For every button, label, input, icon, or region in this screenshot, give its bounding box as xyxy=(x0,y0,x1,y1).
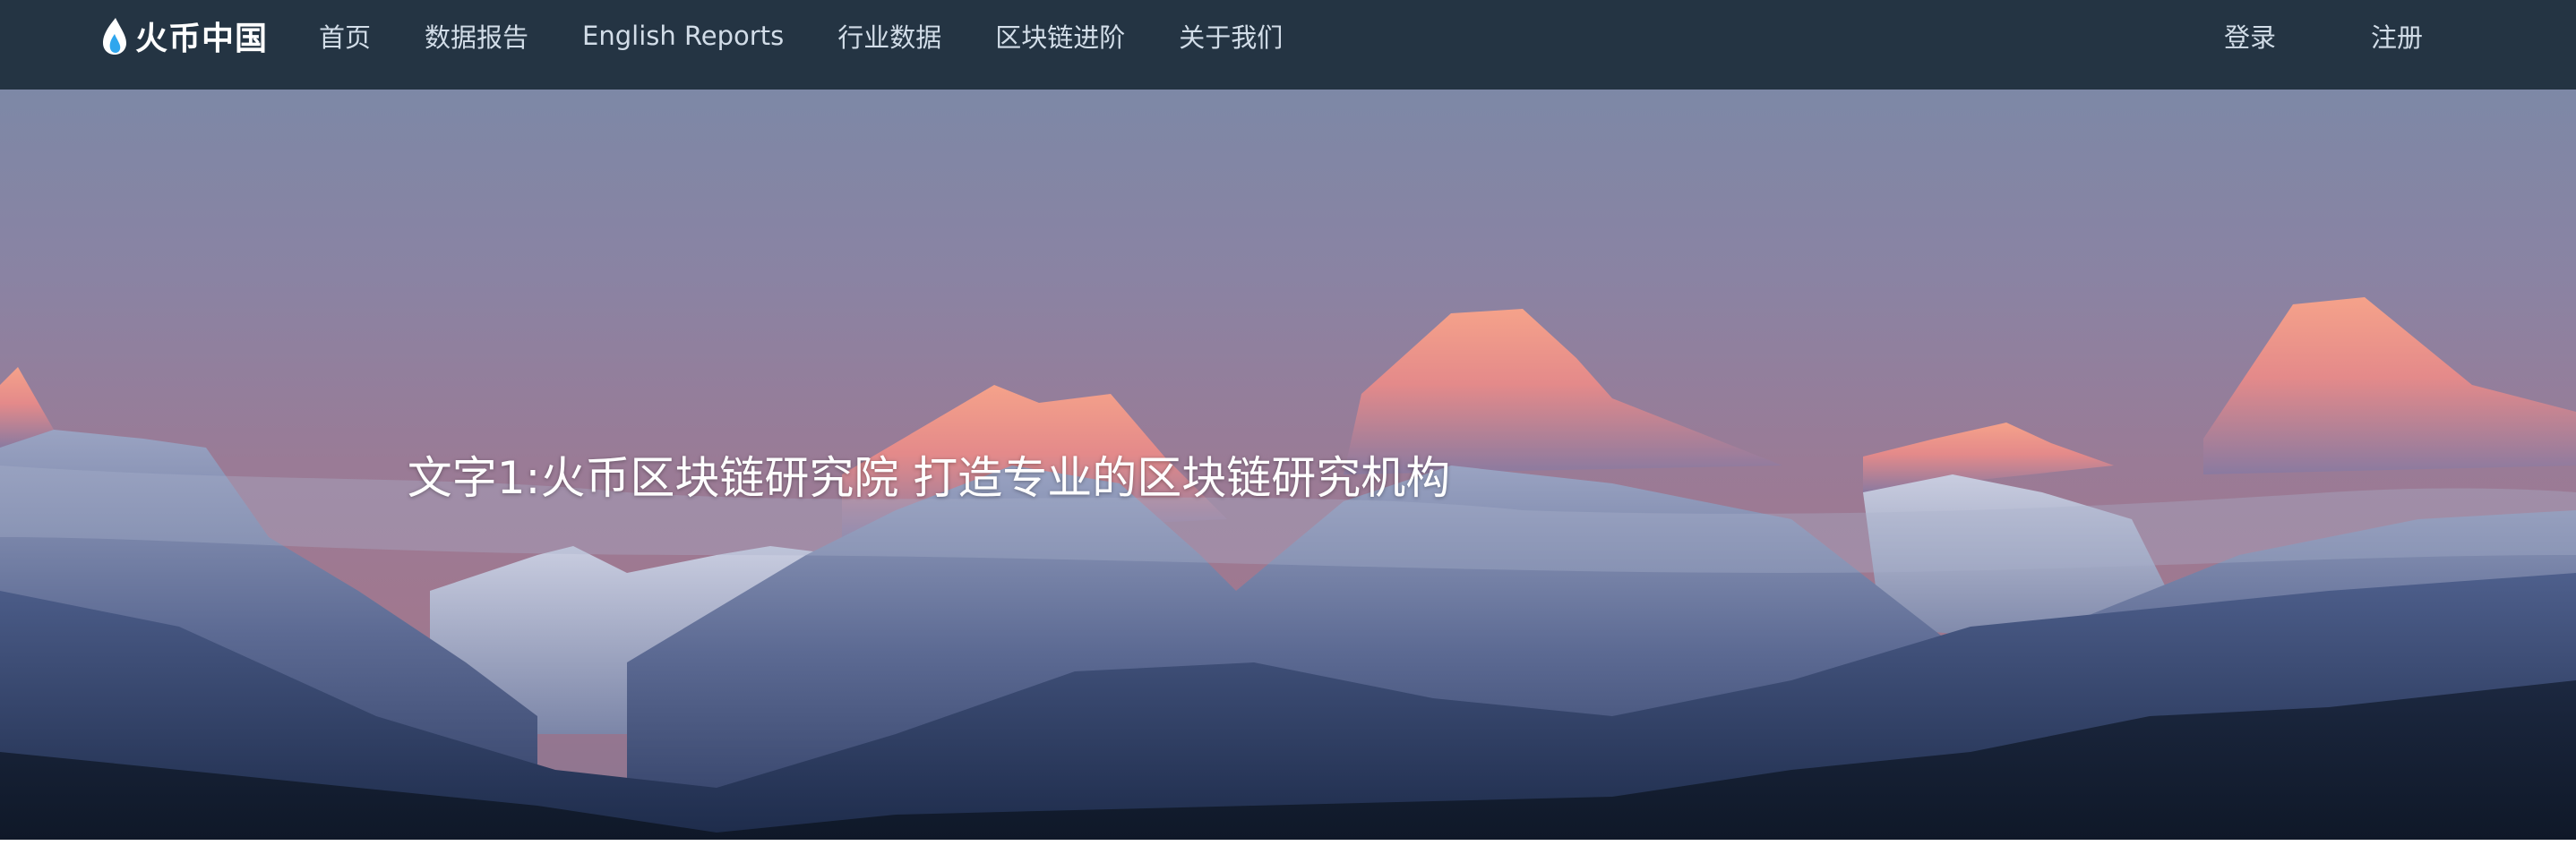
nav-blockchain-advanced[interactable]: 区块链进阶 xyxy=(995,17,1125,55)
nav-industry-data[interactable]: 行业数据 xyxy=(837,17,941,55)
hero-banner: 文字1:火币区块链研究院 打造专业的区块链研究机构 xyxy=(0,90,2576,840)
register-link[interactable]: 注册 xyxy=(2371,17,2423,55)
flame-icon xyxy=(103,18,126,55)
nav-home[interactable]: 首页 xyxy=(319,17,371,55)
nav-data-reports[interactable]: 数据报告 xyxy=(425,17,528,55)
auth-links: 登录 注册 xyxy=(2224,0,2423,72)
nav-about-us[interactable]: 关于我们 xyxy=(1179,17,1283,55)
main-nav: 首页 数据报告 English Reports 行业数据 区块链进阶 关于我们 xyxy=(319,0,1336,72)
hero-caption: 文字1:火币区块链研究院 打造专业的区块链研究机构 xyxy=(407,452,1451,504)
brand-logo[interactable]: 火币中国 xyxy=(101,9,268,63)
login-link[interactable]: 登录 xyxy=(2224,17,2276,55)
nav-english-reports[interactable]: English Reports xyxy=(582,21,784,51)
brand-name: 火币中国 xyxy=(135,21,269,57)
top-navbar: 火币中国 首页 数据报告 English Reports 行业数据 区块链进阶 … xyxy=(0,0,2576,90)
